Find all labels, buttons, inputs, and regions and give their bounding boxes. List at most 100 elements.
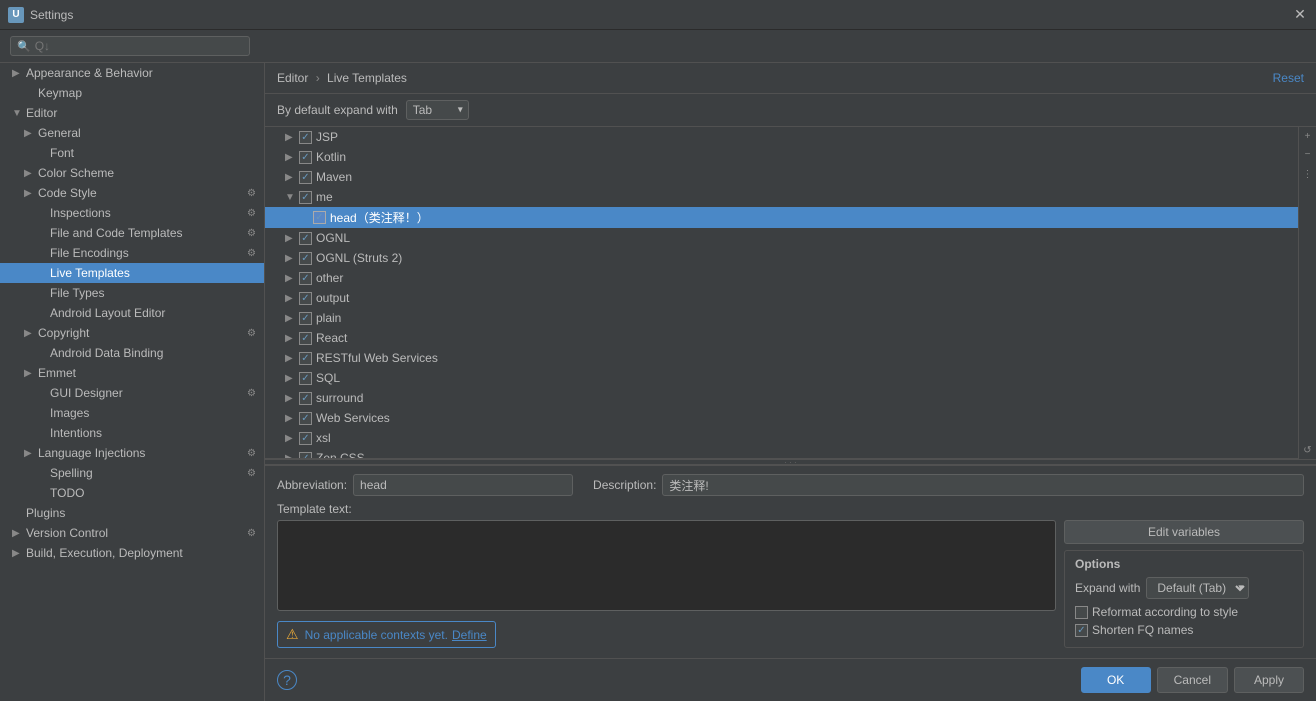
group-checkbox-ognl-struts[interactable] [299,252,312,265]
settings-icon: ⚙ [247,248,256,259]
arrow-icon: ▶ [285,253,299,264]
close-button[interactable]: ✕ [1292,7,1308,23]
sidebar-item-android-data[interactable]: Android Data Binding [0,343,264,363]
breadcrumb-separator: › [316,71,320,85]
reset-button[interactable]: Reset [1273,71,1304,85]
template-group-output[interactable]: ▶ output [265,288,1298,308]
group-checkbox-zen-css[interactable] [299,452,312,460]
template-group-restful[interactable]: ▶ RESTful Web Services [265,348,1298,368]
sidebar-item-file-code-templates[interactable]: File and Code Templates ⚙ [0,223,264,243]
template-editor[interactable] [277,520,1056,611]
sidebar-item-general[interactable]: ▶ General [0,123,264,143]
breadcrumb-bar: Editor › Live Templates Reset [265,63,1316,94]
bottom-edit-area: Abbreviation: Description: Template text… [265,465,1316,658]
group-checkbox-kotlin[interactable] [299,151,312,164]
group-checkbox-xsl[interactable] [299,432,312,445]
arrow-icon: ▼ [12,108,26,119]
template-group-surround[interactable]: ▶ surround [265,388,1298,408]
description-input[interactable] [662,474,1304,496]
sidebar-item-android-layout[interactable]: Android Layout Editor [0,303,264,323]
warning-define-link[interactable]: Define [452,628,487,642]
expand-with-select[interactable]: Default (Tab) Tab Enter Space [1146,577,1249,599]
group-checkbox-output[interactable] [299,292,312,305]
apply-button[interactable]: Apply [1234,667,1304,693]
sidebar-item-version-control[interactable]: ▶ Version Control ⚙ [0,523,264,543]
sidebar-item-todo[interactable]: TODO [0,483,264,503]
sidebar-item-images[interactable]: Images [0,403,264,423]
sidebar-item-emmet[interactable]: ▶ Emmet [0,363,264,383]
window-title: Settings [30,8,1292,22]
sidebar-item-file-encodings[interactable]: File Encodings ⚙ [0,243,264,263]
sidebar-item-appearance[interactable]: ▶ Appearance & Behavior [0,63,264,83]
group-checkbox-react[interactable] [299,332,312,345]
search-box[interactable]: 🔍 [10,36,250,56]
sidebar-item-keymap[interactable]: Keymap [0,83,264,103]
sidebar-item-copyright[interactable]: ▶ Copyright ⚙ [0,323,264,343]
template-group-ognl[interactable]: ▶ OGNL [265,228,1298,248]
edit-variables-button[interactable]: Edit variables [1064,520,1304,544]
sidebar-item-inspections[interactable]: Inspections ⚙ [0,203,264,223]
group-checkbox-other[interactable] [299,272,312,285]
arrow-icon: ▶ [285,413,299,424]
group-checkbox-me[interactable] [299,191,312,204]
warning-icon: ⚠ [286,626,299,643]
template-group-zen-css[interactable]: ▶ Zen CSS [265,448,1298,459]
template-group-web-services[interactable]: ▶ Web Services [265,408,1298,428]
sidebar-item-editor[interactable]: ▼ Editor [0,103,264,123]
template-group-ognl-struts[interactable]: ▶ OGNL (Struts 2) [265,248,1298,268]
sidebar-item-language-injections[interactable]: ▶ Language Injections ⚙ [0,443,264,463]
group-label: OGNL (Struts 2) [316,251,402,265]
help-button[interactable]: ? [277,670,297,690]
template-group-maven[interactable]: ▶ Maven [265,167,1298,187]
sidebar-item-gui-designer[interactable]: GUI Designer ⚙ [0,383,264,403]
sidebar-item-intentions[interactable]: Intentions [0,423,264,443]
sidebar-item-label: Color Scheme [38,166,114,180]
arrow-icon: ▶ [285,293,299,304]
group-checkbox-jsp[interactable] [299,131,312,144]
sidebar-item-build[interactable]: ▶ Build, Execution, Deployment [0,543,264,563]
group-checkbox-sql[interactable] [299,372,312,385]
abbreviation-input[interactable] [353,474,573,496]
template-group-jsp[interactable]: ▶ JSP [265,127,1298,147]
template-item-head[interactable]: head（类注释！） [265,207,1298,228]
settings-scroll-icon[interactable]: ⋮ [1299,165,1316,183]
template-group-other[interactable]: ▶ other [265,268,1298,288]
scroll-down-button[interactable]: − [1299,145,1316,163]
ok-button[interactable]: OK [1081,667,1151,693]
template-group-sql[interactable]: ▶ SQL [265,368,1298,388]
shorten-checkbox[interactable] [1075,624,1088,637]
group-checkbox-restful[interactable] [299,352,312,365]
sidebar-item-label: GUI Designer [50,386,123,400]
sidebar-item-spelling[interactable]: Spelling ⚙ [0,463,264,483]
undo-button[interactable]: ↺ [1299,441,1316,459]
sidebar-item-label: Copyright [38,326,89,340]
group-checkbox-plain[interactable] [299,312,312,325]
item-checkbox-head[interactable] [313,211,326,224]
group-checkbox-ognl[interactable] [299,232,312,245]
group-checkbox-surround[interactable] [299,392,312,405]
group-checkbox-maven[interactable] [299,171,312,184]
template-text-label: Template text: [277,502,1304,516]
reformat-checkbox[interactable] [1075,606,1088,619]
sidebar-item-code-style[interactable]: ▶ Code Style ⚙ [0,183,264,203]
sidebar-item-label: File and Code Templates [50,226,183,240]
group-checkbox-web-services[interactable] [299,412,312,425]
sidebar-item-file-types[interactable]: File Types [0,283,264,303]
sidebar-item-font[interactable]: Font [0,143,264,163]
search-input[interactable] [35,39,235,53]
scroll-up-button[interactable]: + [1299,127,1316,145]
sidebar-item-plugins[interactable]: Plugins [0,503,264,523]
template-group-kotlin[interactable]: ▶ Kotlin [265,147,1298,167]
cancel-button[interactable]: Cancel [1157,667,1228,693]
arrow-icon: ▶ [285,373,299,384]
expand-select[interactable]: Tab Enter Space [406,100,469,120]
template-group-me[interactable]: ▼ me [265,187,1298,207]
sidebar-item-color-scheme[interactable]: ▶ Color Scheme [0,163,264,183]
right-options-panel: Edit variables Options Expand with Defau… [1064,520,1304,648]
sidebar-item-label: Build, Execution, Deployment [26,546,183,560]
template-group-plain[interactable]: ▶ plain [265,308,1298,328]
sidebar-item-live-templates[interactable]: Live Templates [0,263,264,283]
template-group-react[interactable]: ▶ React [265,328,1298,348]
template-group-xsl[interactable]: ▶ xsl [265,428,1298,448]
arrow-icon: ▶ [12,548,26,559]
